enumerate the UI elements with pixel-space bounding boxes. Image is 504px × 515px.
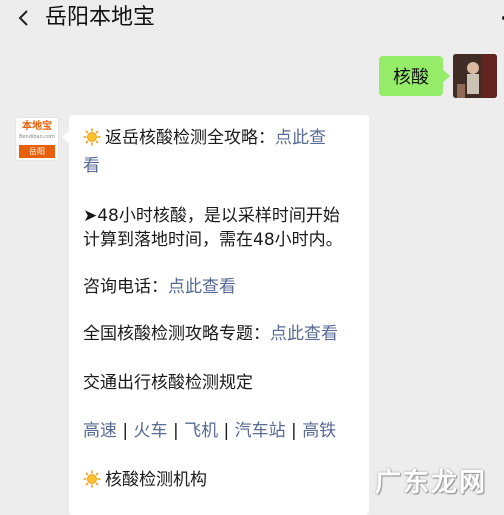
chevron-left-icon[interactable]: [14, 8, 34, 28]
user-avatar[interactable]: [453, 54, 497, 98]
transport-links: 高速 | 火车 | 飞机 | 汽车站 | 高铁: [83, 419, 363, 443]
separator: |: [218, 421, 235, 441]
line-national-topic: 全国核酸检测攻略专题：点此查看: [83, 322, 363, 346]
more-icon[interactable]: [496, 10, 504, 26]
testing-institutions-label: 核酸检测机构: [105, 470, 207, 490]
official-account-avatar[interactable]: 本地宝 Bendibao.com 岳阳: [15, 117, 59, 161]
link-train[interactable]: 火车: [134, 421, 168, 441]
line-hotline: 咨询电话：点此查看: [83, 275, 363, 299]
info-48h-line2: 计算到落地时间，需在48小时内。: [83, 230, 343, 250]
link-high-speed-rail[interactable]: 高铁: [302, 421, 336, 441]
hotline-label: 咨询电话：: [83, 277, 168, 297]
separator: |: [167, 421, 185, 441]
outgoing-message[interactable]: 核酸: [379, 56, 450, 96]
sun-icon: [83, 128, 101, 146]
link-bus-station[interactable]: 汽车站: [235, 421, 286, 441]
avatar-city-label: 岳阳: [19, 145, 55, 158]
return-guide-label: 返岳核酸检测全攻略：: [105, 128, 275, 148]
watermark: 广东龙网: [375, 468, 488, 498]
avatar-logo-text: 本地宝: [22, 121, 52, 132]
separator: |: [285, 421, 303, 441]
link-flight[interactable]: 飞机: [184, 421, 218, 441]
link-highway[interactable]: 高速: [83, 421, 117, 441]
return-guide-link-cont[interactable]: 看: [83, 156, 100, 176]
return-guide-link[interactable]: 点此查: [275, 128, 326, 148]
line-return-guide: 返岳核酸检测全攻略：点此查: [83, 126, 363, 150]
info-48h-line1: ➤48小时核酸，是以采样时间开始: [83, 206, 340, 226]
national-topic-label: 全国核酸检测攻略专题：: [83, 324, 270, 344]
line-testing-institutions: 核酸检测机构: [83, 468, 363, 492]
transport-rules-heading: 交通出行核酸检测规定: [83, 373, 253, 393]
incoming-message: 返岳核酸检测全攻略：点此查 看 ➤48小时核酸，是以采样时间开始 计算到落地时间…: [62, 115, 369, 515]
national-topic-link[interactable]: 点此查看: [270, 324, 338, 344]
chat-header: 岳阳本地宝: [0, 0, 504, 36]
separator: |: [117, 421, 134, 441]
chat-title: 岳阳本地宝: [45, 5, 156, 30]
hotline-link[interactable]: 点此查看: [168, 277, 236, 297]
avatar-logo-url: Bendibao.com: [19, 134, 55, 140]
sun-icon: [83, 470, 101, 488]
